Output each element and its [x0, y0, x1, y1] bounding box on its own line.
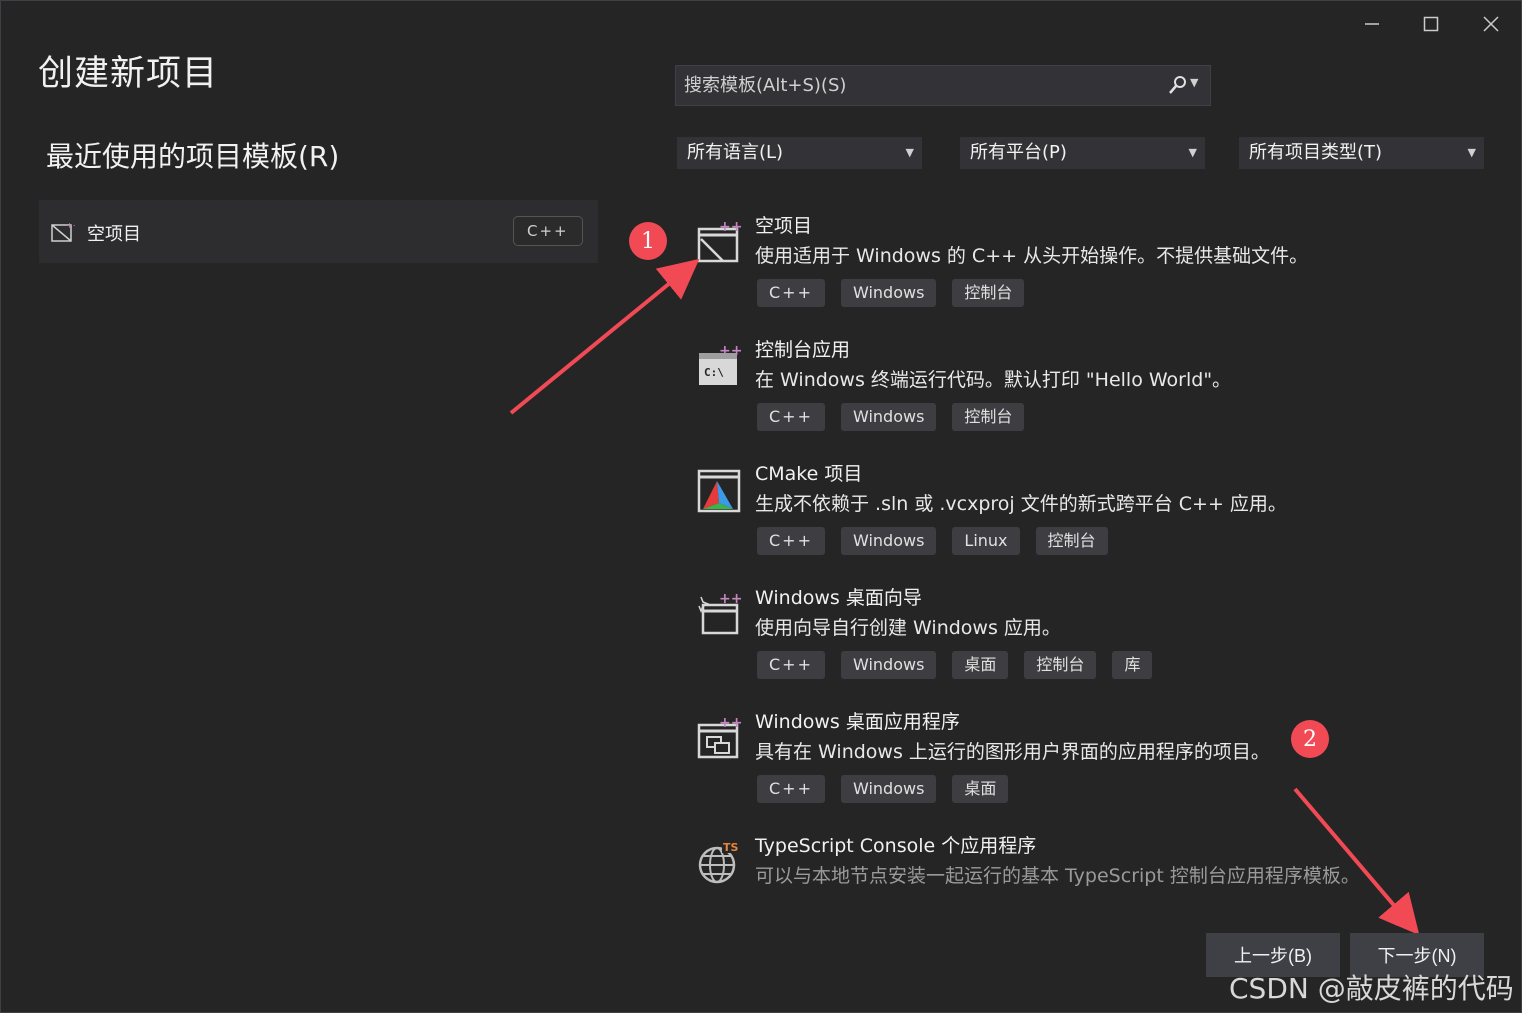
watermark: CSDN @敲皮裤的代码 [1229, 972, 1514, 1005]
annotation-arrows [509, 258, 1420, 936]
annotation-arrow-1 [509, 258, 700, 415]
annotation-arrow-2 [1293, 787, 1420, 936]
create-project-window: 创建新项目 最近使用的项目模板(R) ++ 空项目 C++ ▼ 所有语言(L) … [0, 0, 1522, 1013]
